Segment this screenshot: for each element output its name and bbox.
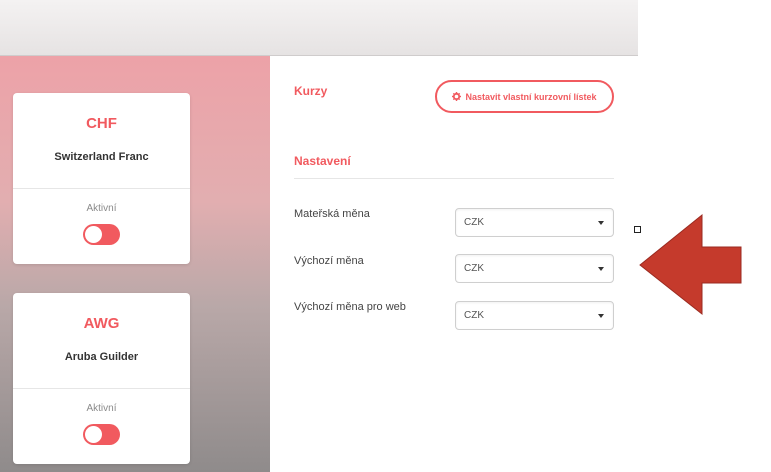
currency-name: Aruba Guilder (64, 351, 139, 363)
select-value: CZK (464, 263, 484, 274)
gear-icon (452, 92, 462, 101)
custom-rates-label: Nastavit vlastní kurzovní lístek (465, 91, 597, 102)
select-value: CZK (464, 310, 484, 321)
default-currency-label: Výchozí měna (294, 255, 364, 267)
custom-rates-button[interactable]: Nastavit vlastní kurzovní lístek (435, 80, 614, 113)
status-label: Aktivní (86, 203, 117, 214)
top-bar (0, 0, 638, 56)
chevron-down-icon (598, 267, 604, 271)
toggle-knob (85, 226, 102, 243)
chevron-down-icon (598, 221, 604, 225)
card-divider (13, 188, 190, 189)
currency-code: AWG (83, 315, 120, 332)
settings-panel: Kurzy Nastavit vlastní kurzovní lístek N… (270, 56, 638, 472)
toggle-knob (85, 426, 102, 443)
currency-card-chf[interactable]: CHF Switzerland Franc Aktivní (13, 93, 190, 264)
card-divider (13, 388, 190, 389)
web-currency-label: Výchozí měna pro web (294, 301, 406, 313)
currency-name: Switzerland Franc (54, 151, 149, 163)
default-currency-select[interactable]: CZK (455, 254, 614, 283)
active-toggle[interactable] (83, 424, 120, 445)
currency-card-awg[interactable]: AWG Aruba Guilder Aktivní (13, 293, 190, 464)
left-arrow-annotation (639, 213, 742, 316)
rates-title: Kurzy (294, 84, 328, 98)
section-divider (294, 178, 614, 179)
status-label: Aktivní (86, 403, 117, 414)
home-currency-label: Mateřská měna (294, 208, 370, 220)
home-currency-select[interactable]: CZK (455, 208, 614, 237)
select-value: CZK (464, 217, 484, 228)
currency-code: CHF (86, 115, 117, 132)
chevron-down-icon (598, 314, 604, 318)
active-toggle[interactable] (83, 224, 120, 245)
web-currency-select[interactable]: CZK (455, 301, 614, 330)
settings-title: Nastavení (294, 154, 351, 168)
